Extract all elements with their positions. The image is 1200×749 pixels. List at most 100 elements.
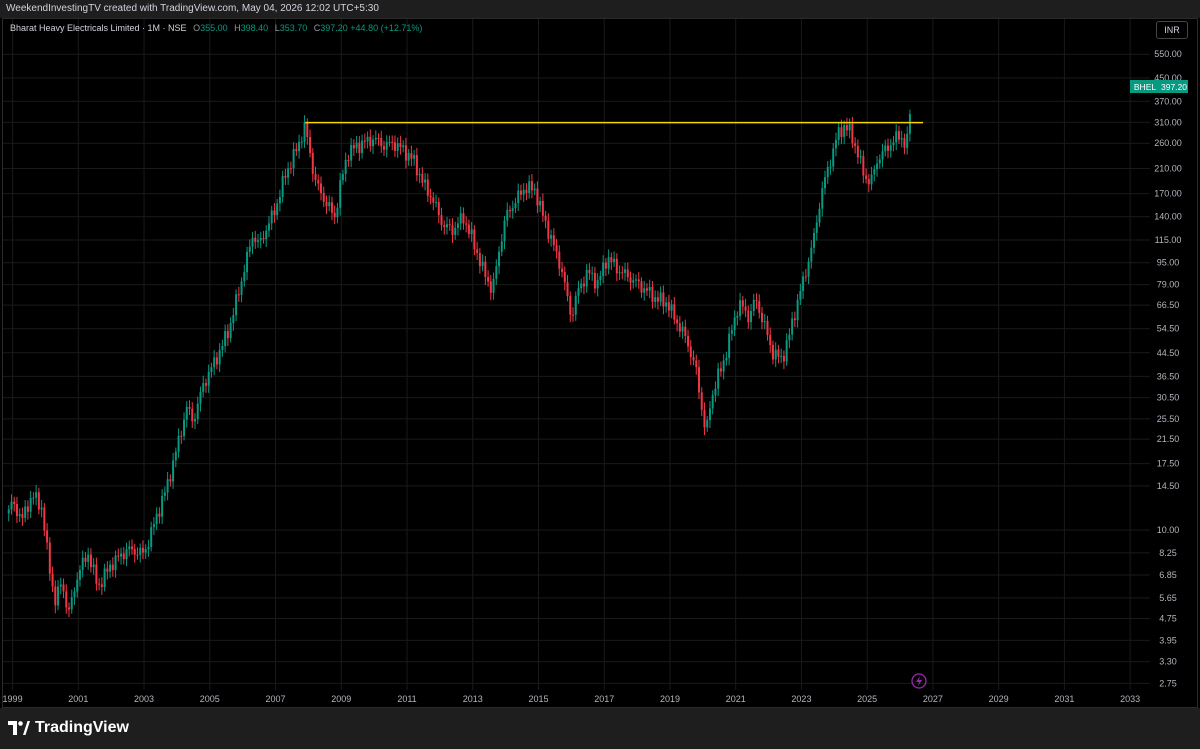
candle-down xyxy=(15,504,18,517)
candle-up xyxy=(821,188,824,209)
candle-down xyxy=(322,192,325,202)
candle-down xyxy=(429,195,432,198)
candle-up xyxy=(722,360,725,372)
candle-up xyxy=(884,145,887,152)
candle-up xyxy=(265,230,268,240)
candle-down xyxy=(65,591,68,608)
time-tick-label: 2005 xyxy=(200,694,220,704)
candle-up xyxy=(514,203,517,209)
candle-up xyxy=(596,280,599,289)
candle-up xyxy=(648,286,651,291)
candle-up xyxy=(361,140,364,153)
time-axis[interactable]: 1999 2001 2003 2005 2007 2009 2011 2013 2015 2017… xyxy=(3,694,1141,704)
candle-up xyxy=(624,269,627,273)
candle-up xyxy=(78,570,81,580)
candle-up xyxy=(73,591,76,598)
price-tick-label: 95.00 xyxy=(1157,258,1180,268)
candle-down xyxy=(867,179,870,185)
candle-down xyxy=(289,168,292,170)
candle-up xyxy=(185,407,188,420)
candle-down xyxy=(465,223,468,225)
time-tick-label: 2019 xyxy=(660,694,680,704)
candle-down xyxy=(766,321,769,335)
candle-down xyxy=(703,409,706,428)
candle-up xyxy=(750,311,753,323)
candle-up xyxy=(602,262,605,277)
candle-up xyxy=(837,127,840,140)
candle-up xyxy=(339,180,342,208)
candle-up xyxy=(374,137,377,140)
candle-down xyxy=(26,506,29,512)
candle-up xyxy=(717,368,720,389)
last-price-label: 397.20 xyxy=(1161,82,1187,92)
candle-up xyxy=(739,300,742,317)
candle-down xyxy=(54,586,57,606)
candle-up xyxy=(577,288,580,296)
candle-up xyxy=(76,579,79,592)
candle-up xyxy=(736,316,739,318)
candle-up xyxy=(446,224,448,228)
candle-up xyxy=(643,288,646,293)
lightning-icon[interactable] xyxy=(911,673,927,689)
currency-button[interactable]: INR xyxy=(1156,21,1188,39)
candle-down xyxy=(692,357,695,361)
candle-up xyxy=(829,166,832,168)
candle-up xyxy=(810,247,813,262)
candle-down xyxy=(320,183,322,193)
price-tick-label: 140.00 xyxy=(1154,212,1182,222)
candle-up xyxy=(785,340,788,362)
chart-grid xyxy=(3,19,1150,690)
candle-up xyxy=(503,220,506,242)
candle-down xyxy=(122,553,125,560)
candle-up xyxy=(355,142,358,149)
candle-up xyxy=(607,257,610,269)
candle-down xyxy=(180,435,183,437)
price-tick-label: 10.00 xyxy=(1157,525,1180,535)
footer-bar: TradingView xyxy=(0,708,1200,749)
candle-down xyxy=(487,277,490,282)
candle-up xyxy=(878,159,881,164)
candle-up xyxy=(240,281,243,295)
candle-down xyxy=(695,360,698,368)
candle-up xyxy=(832,148,835,167)
candle-down xyxy=(615,258,618,274)
candle-down xyxy=(782,355,785,362)
candle-up xyxy=(815,222,818,233)
candle-down xyxy=(325,201,328,207)
candle-up xyxy=(539,201,542,206)
candle-down xyxy=(295,148,298,152)
candle-up xyxy=(424,179,427,183)
price-tick-label: 210.00 xyxy=(1154,164,1182,174)
candle-up xyxy=(454,227,457,235)
candle-down xyxy=(309,137,312,153)
candle-up xyxy=(29,497,32,512)
candle-down xyxy=(662,292,665,307)
candle-down xyxy=(856,145,859,158)
candle-down xyxy=(684,326,687,336)
candle-up xyxy=(344,159,347,174)
candle-up xyxy=(435,202,438,204)
candle-down xyxy=(626,269,629,278)
candle-up xyxy=(511,208,514,212)
candle-up xyxy=(843,125,846,137)
candle-up xyxy=(802,276,805,291)
price-axis[interactable]: 550.00450.00370.00310.00260.00210.00170.… xyxy=(1154,49,1182,688)
candle-up xyxy=(207,372,210,386)
price-tick-label: 8.25 xyxy=(1159,548,1177,558)
time-tick-label: 2001 xyxy=(68,694,88,704)
candle-up xyxy=(418,173,421,176)
candle-up xyxy=(585,269,588,287)
candle-down xyxy=(804,276,807,278)
tradingview-brand[interactable]: TradingView xyxy=(8,719,129,737)
candle-up xyxy=(388,141,391,143)
candle-down xyxy=(13,501,16,505)
candle-down xyxy=(377,137,380,139)
candle-down xyxy=(440,215,443,225)
candle-up xyxy=(18,514,21,517)
candle-down xyxy=(698,367,700,393)
candle-down xyxy=(404,145,407,161)
price-chart[interactable]: 550.00450.00370.00310.00260.00210.00170.… xyxy=(0,0,1200,749)
candle-down xyxy=(588,269,591,274)
candle-up xyxy=(224,331,227,346)
candle-down xyxy=(558,251,561,269)
